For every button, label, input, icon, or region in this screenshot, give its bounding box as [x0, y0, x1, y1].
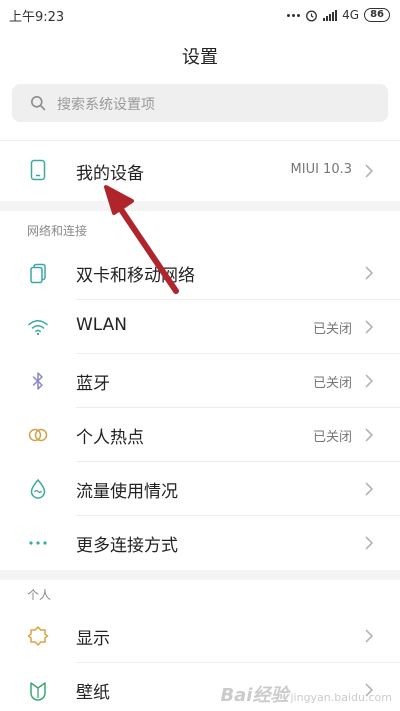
item-status: 已关闭: [312, 322, 352, 337]
divider: [0, 140, 400, 141]
sim-icon: [30, 263, 46, 284]
item-label: 壁纸: [76, 683, 110, 703]
signal-icon: [323, 9, 338, 21]
hotspot-item[interactable]: 个人热点 已关闭: [0, 408, 400, 462]
wallpaper-icon: [30, 682, 46, 701]
search-placeholder: 搜索系统设置项: [57, 97, 155, 113]
baidu-watermark: Bai经验 jingyan.baidu.com: [220, 681, 392, 707]
section-header-personal: 个人: [27, 588, 52, 602]
chevron-right-icon: [365, 629, 374, 643]
battery-icon: 86: [364, 8, 390, 22]
more-connections-item[interactable]: 更多连接方式: [0, 516, 400, 570]
watermark-brand2: 经验: [252, 685, 289, 706]
section-header-network: 网络和连接: [27, 224, 88, 238]
item-status: 已关闭: [312, 430, 352, 445]
wifi-icon: [28, 320, 48, 336]
hotspot-icon: [28, 428, 48, 442]
status-icons: 4G 86: [287, 5, 390, 25]
sim-mobile-network-item[interactable]: 双卡和移动网络: [0, 246, 400, 300]
network-type: 4G: [342, 8, 360, 22]
chevron-right-icon: [365, 374, 374, 388]
display-sun-icon: [27, 626, 49, 646]
status-bar: 上午9:23 4G 86: [0, 0, 400, 30]
item-label: 显示: [76, 629, 110, 649]
chevron-right-icon: [365, 164, 374, 178]
item-label: 更多连接方式: [76, 536, 178, 556]
notification-dots-icon: [287, 13, 301, 17]
chevron-right-icon: [365, 536, 374, 550]
chevron-right-icon: [365, 320, 374, 334]
bluetooth-icon: [32, 372, 43, 390]
page-title: 设置: [182, 47, 218, 68]
data-usage-item[interactable]: 流量使用情况: [0, 462, 400, 516]
search-icon: [31, 96, 46, 111]
my-device-label: 我的设备: [76, 164, 144, 184]
status-time: 上午9:23: [9, 10, 65, 25]
chevron-right-icon: [365, 428, 374, 442]
wlan-item[interactable]: WLAN 已关闭: [0, 300, 400, 354]
item-label: 蓝牙: [76, 374, 110, 394]
watermark-brand: Bai: [220, 685, 253, 706]
item-label: 流量使用情况: [76, 482, 178, 502]
chevron-right-icon: [365, 266, 374, 280]
bluetooth-item[interactable]: 蓝牙 已关闭: [0, 354, 400, 408]
alarm-icon: [306, 10, 318, 21]
phone-icon: [30, 159, 46, 181]
data-drop-icon: [30, 478, 46, 499]
chevron-right-icon: [365, 482, 374, 496]
item-label: 双卡和移动网络: [76, 266, 195, 286]
section-gap: [0, 570, 400, 580]
item-label: 个人热点: [76, 428, 144, 448]
my-device-value: MIUI 10.3: [290, 162, 352, 177]
section-gap: [0, 201, 400, 211]
display-item[interactable]: 显示: [0, 609, 400, 663]
my-device-item[interactable]: 我的设备 MIUI 10.3: [0, 142, 400, 200]
item-label: WLAN: [76, 315, 128, 335]
more-dots-icon: [29, 541, 47, 545]
search-input[interactable]: 搜索系统设置项: [12, 84, 388, 122]
item-status: 已关闭: [312, 376, 352, 391]
watermark-sub: jingyan.baidu.com: [290, 691, 392, 704]
